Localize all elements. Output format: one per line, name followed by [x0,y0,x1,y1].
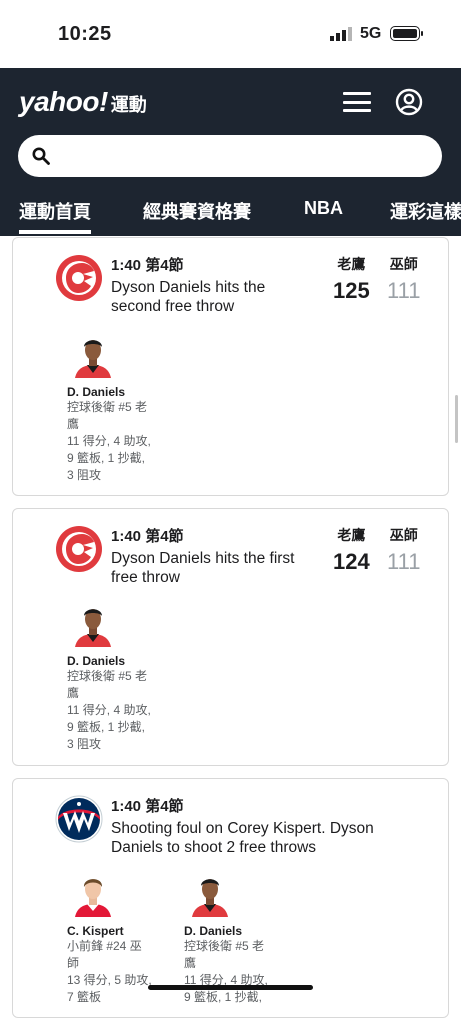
status-bar: 10:25 5G [0,0,461,68]
score-away: 巫師 111 [387,525,420,575]
player-name: D. Daniels [184,924,243,938]
tab-sports-lottery[interactable]: 運彩這樣 [390,198,461,234]
play-card[interactable]: 1:40 第4節 Dyson Daniels hits the first fr… [12,508,449,766]
menu-icon[interactable] [343,92,371,116]
logo-section: 運動 [110,95,147,115]
tab-sports-home[interactable]: 運動首頁 [19,198,91,234]
player-position: 小前鋒 #24 巫 [67,939,142,953]
player-stats: 3 阻攻 [67,737,102,751]
player-position: 控球後衛 #5 老 [184,939,265,953]
play-description: Dyson Daniels hits the first free throw [111,550,295,586]
away-score: 111 [387,278,421,303]
player-name: D. Daniels [67,654,126,668]
player-avatar [75,879,111,917]
player-team: 鷹 [67,686,80,700]
player-team: 鷹 [184,956,197,970]
player-position: 控球後衛 #5 老 [67,400,148,414]
signal-icon [330,27,352,41]
player-stats: 9 籃板, 1 抄截, [67,720,146,734]
network-type: 5G [360,25,382,42]
yahoo-sports-logo[interactable]: yahoo! 運動 [19,86,147,118]
player-position: 控球後衛 #5 老 [67,669,148,683]
scrollbar-thumb[interactable] [455,395,458,443]
score-home: 老鷹 125 [333,254,370,304]
tab-nba[interactable]: NBA [304,198,343,234]
logo-wordmark: yahoo! [19,86,108,117]
player-team: 師 [67,956,80,970]
account-icon[interactable] [395,88,423,116]
away-team-label: 巫師 [389,527,418,543]
search-icon [32,147,50,165]
player-avatar [75,340,111,378]
player-summary[interactable]: D. Daniels 控球後衛 #5 老 鷹 11 得分, 4 助攻, 9 籃板… [67,603,167,753]
play-time: 1:40 第4節 [111,257,184,274]
player-summary[interactable]: D. Daniels 控球後衛 #5 老 鷹 11 得分, 4 助攻, 9 籃板… [67,334,167,484]
play-time: 1:40 第4節 [111,798,184,815]
home-indicator[interactable] [148,985,313,990]
player-stats: 3 阻攻 [67,468,102,482]
player-stats: 11 得分, 4 助攻, [67,434,151,448]
player-avatar [192,879,228,917]
search-bar[interactable] [18,135,442,177]
player-stats: 9 籃板, 1 抄截, [184,990,263,1004]
hawks-logo-icon [56,255,102,301]
player-stats: 7 籃板 [67,990,102,1004]
player-avatar [75,609,111,647]
home-team-label: 老鷹 [337,256,366,272]
player-name: D. Daniels [67,385,126,399]
nav-tabs: 運動首頁 經典賽資格賽 NBA 運彩這樣 [0,192,461,236]
play-time: 1:40 第4節 [111,528,184,545]
player-stats: 9 籃板, 1 抄截, [67,451,146,465]
status-time: 10:25 [58,23,112,45]
play-card[interactable]: 1:40 第4節 Dyson Daniels hits the second f… [12,237,449,496]
home-score: 124 [333,549,370,574]
score-away: 巫師 111 [387,254,420,304]
score-home: 老鷹 124 [333,525,370,575]
away-team-label: 巫師 [389,256,418,272]
tab-classic-qualifier[interactable]: 經典賽資格賽 [143,198,251,234]
search-input[interactable] [58,147,442,165]
battery-icon [390,26,423,41]
home-score: 125 [333,278,370,303]
wizards-logo-icon [55,795,103,843]
play-description: Shooting foul on Corey Kispert. Dyson Da… [111,820,374,856]
player-stats: 11 得分, 4 助攻, [67,703,151,717]
home-team-label: 老鷹 [337,527,366,543]
player-team: 鷹 [67,417,80,431]
player-name: C. Kispert [67,924,124,938]
hawks-logo-icon [56,526,102,572]
play-card[interactable]: 1:40 第4節 Shooting foul on Corey Kispert.… [12,778,449,1018]
away-score: 111 [387,549,421,574]
site-header: yahoo! 運動 運動首頁 經典賽資格賽 NBA 運彩這樣 [0,68,461,236]
play-description: Dyson Daniels hits the second free throw [111,279,266,315]
